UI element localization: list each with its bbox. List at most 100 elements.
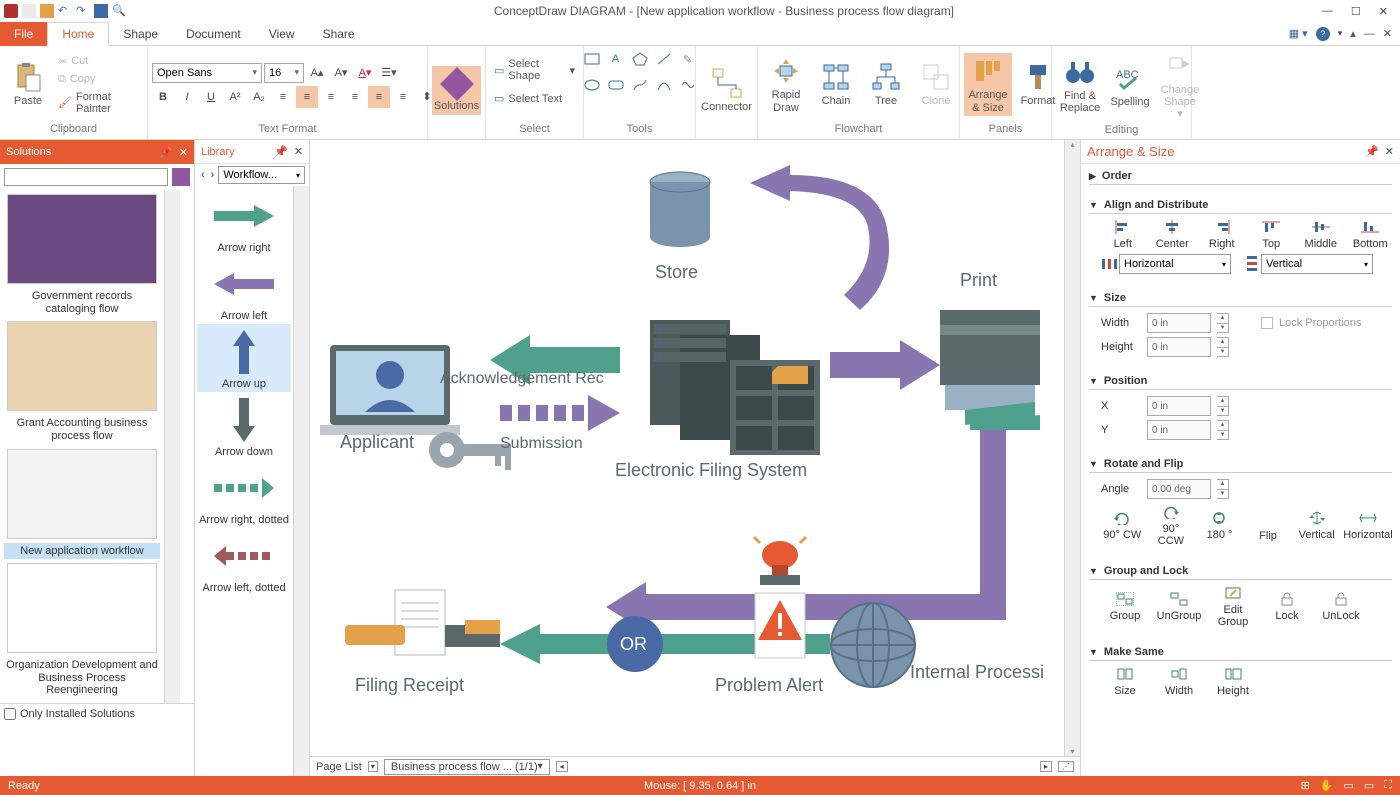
help-icon[interactable]: ? — [1316, 27, 1330, 41]
arc-tool[interactable] — [653, 74, 675, 96]
solution-item[interactable]: Organization Development and Business Pr… — [4, 563, 160, 699]
page-tab[interactable]: Business process flow ... (1/1) ▾ — [384, 759, 550, 775]
shrink-font-button[interactable]: A▾ — [330, 62, 352, 84]
tab-view[interactable]: View — [255, 23, 309, 45]
select-shape-button[interactable]: ▭Select Shape ▾ — [490, 56, 579, 84]
filing-receipt-shape[interactable] — [345, 585, 505, 675]
pin-icon[interactable]: 📌 — [159, 146, 173, 159]
rotate-ccw-button[interactable]: 90° CCW — [1150, 505, 1193, 547]
docmin-icon[interactable]: ▴ — [1350, 27, 1356, 40]
fit-icon[interactable]: ⛶ — [1384, 779, 1392, 792]
grouplock-section-header[interactable]: ▼Group and Lock — [1089, 563, 1392, 580]
align-top-button[interactable]: Top — [1250, 220, 1294, 250]
tab-shape[interactable]: Shape — [109, 23, 172, 45]
change-shape-button[interactable]: Change Shape▾ — [1156, 48, 1204, 122]
only-installed-checkbox[interactable] — [4, 708, 16, 720]
height-spinner[interactable]: ▲▼ — [1217, 337, 1229, 357]
library-item[interactable]: Arrow up — [197, 324, 291, 392]
chain-button[interactable]: Chain — [812, 59, 860, 109]
group-button[interactable]: Group — [1101, 592, 1149, 622]
docclose-icon[interactable]: ✕ — [1383, 27, 1392, 40]
solution-item[interactable]: Government records cataloging flow — [4, 194, 160, 317]
align-center-button[interactable]: ≡ — [296, 86, 318, 108]
order-section-header[interactable]: ▶Order — [1089, 168, 1392, 185]
makesame-size-button[interactable]: Size — [1101, 667, 1149, 697]
arrow-efs-print[interactable] — [830, 340, 940, 390]
scroll-left[interactable]: ◂ — [556, 761, 568, 772]
scroll-right[interactable]: ▸ — [1040, 761, 1052, 772]
arrow-efs-store[interactable] — [710, 165, 910, 325]
solutions-search-input[interactable] — [4, 168, 168, 186]
select-text-button[interactable]: ▭Select Text — [490, 90, 566, 107]
align-bottom-button[interactable]: Bottom — [1349, 220, 1393, 250]
lib-next[interactable]: › — [209, 169, 217, 181]
angle-spinner[interactable]: ▲▼ — [1217, 479, 1229, 499]
align-right-button[interactable]: Right — [1200, 220, 1244, 250]
new-icon[interactable] — [22, 4, 36, 18]
maximize-button[interactable]: ☐ — [1351, 5, 1361, 18]
copy-button[interactable]: ⧉Copy — [54, 71, 143, 88]
lib-prev[interactable]: ‹ — [199, 169, 207, 181]
width-input[interactable]: 0 in — [1147, 313, 1211, 333]
grow-font-button[interactable]: A▴ — [306, 62, 328, 84]
minimize-button[interactable]: — — [1322, 5, 1333, 18]
spelling-button[interactable]: ABCSpelling — [1106, 60, 1154, 110]
close-icon[interactable]: ✕ — [179, 146, 188, 159]
valign-bottom-button[interactable]: ≡ — [392, 86, 414, 108]
cut-button[interactable]: ✂Cut — [54, 53, 143, 70]
rotate-cw-button[interactable]: 90° CW — [1101, 511, 1144, 541]
quick-access[interactable]: ↶ ↷ 🔍 — [4, 4, 126, 18]
size-section-header[interactable]: ▼Size — [1089, 290, 1392, 307]
position-section-header[interactable]: ▼Position — [1089, 373, 1392, 390]
library-scrollbar[interactable] — [293, 186, 309, 776]
underline-button[interactable]: U — [200, 86, 222, 108]
pin-icon[interactable]: 📌 — [274, 145, 288, 158]
distribute-h-combo[interactable]: Horizontal▾ — [1119, 254, 1231, 274]
subscript-button[interactable]: A₂ — [248, 86, 270, 108]
polygon-tool[interactable] — [629, 48, 651, 70]
save-icon[interactable] — [40, 4, 54, 18]
find-replace-button[interactable]: Find & Replace — [1056, 54, 1104, 116]
rect-tool[interactable] — [581, 48, 603, 70]
highlight-button[interactable]: ☰▾ — [378, 62, 400, 84]
library-combo[interactable]: Workflow...▾ — [218, 166, 305, 184]
makesame-section-header[interactable]: ▼Make Same — [1089, 644, 1392, 661]
font-size-combo[interactable]: 16▾ — [264, 63, 304, 83]
angle-input[interactable]: 0.00 deg — [1147, 479, 1211, 499]
valign-top-button[interactable]: ≡ — [344, 86, 366, 108]
close-icon[interactable]: ✕ — [1385, 145, 1394, 158]
pagelist-dropdown[interactable]: ▾ — [368, 761, 378, 772]
solution-item[interactable]: New application workflow — [4, 449, 160, 560]
arrow-submission[interactable] — [500, 395, 620, 435]
roundrect-tool[interactable] — [605, 74, 627, 96]
unlock-button[interactable]: UnLock — [1317, 592, 1365, 622]
globe-shape[interactable] — [828, 600, 918, 690]
close-button[interactable]: ✕ — [1379, 5, 1388, 18]
store-shape[interactable] — [640, 170, 720, 260]
paste-button[interactable]: Paste — [4, 59, 52, 109]
flip-horizontal-button[interactable]: Horizontal — [1344, 511, 1392, 541]
lock-button[interactable]: Lock — [1263, 592, 1311, 622]
resize-grip[interactable]: ⋰ — [1058, 761, 1074, 772]
font-name-combo[interactable]: Open Sans▾ — [152, 63, 262, 83]
close-icon[interactable]: ✕ — [294, 145, 303, 158]
problem-alert-shape[interactable] — [740, 535, 820, 670]
rotate-section-header[interactable]: ▼Rotate and Flip — [1089, 456, 1392, 473]
layout-icon[interactable]: ▭ — [1343, 779, 1353, 792]
tab-file[interactable]: File — [0, 22, 47, 46]
library-item[interactable]: Arrow right — [197, 188, 291, 256]
grid-toggle-icon[interactable]: ⊞ — [1301, 779, 1310, 792]
presentation-icon[interactable]: ▭ — [1364, 779, 1374, 792]
tree-button[interactable]: Tree — [862, 59, 910, 109]
zoom-icon[interactable]: 🔍 — [112, 4, 126, 18]
format-painter-button[interactable]: 🖌Format Painter — [54, 89, 143, 117]
align-right-button[interactable]: ≡ — [320, 86, 342, 108]
tab-share[interactable]: Share — [309, 23, 369, 45]
pin-icon[interactable]: 📌 — [1365, 145, 1379, 158]
printer-shape[interactable] — [935, 300, 1045, 430]
flip-vertical-button[interactable]: Vertical — [1295, 511, 1338, 541]
bold-button[interactable]: B — [152, 86, 174, 108]
editgroup-button[interactable]: Edit Group — [1209, 586, 1257, 628]
rotate-180-button[interactable]: 180 ° — [1198, 511, 1241, 541]
y-spinner[interactable]: ▲▼ — [1217, 420, 1229, 440]
